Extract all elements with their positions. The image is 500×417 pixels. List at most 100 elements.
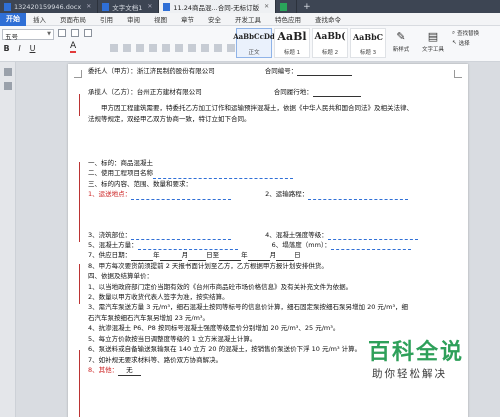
document-tab[interactable] xyxy=(276,0,298,13)
align-left-icon[interactable] xyxy=(188,44,196,52)
distance-blank xyxy=(308,192,409,200)
ribbon-toolbar: 五号 ▼ B I U A AaBbCcDd 正文 AaBl 标题 1 AaBb(标题 2… xyxy=(0,26,500,62)
search-icon: ⌕ xyxy=(452,29,456,36)
party-a-line: 委托人（甲方）：浙江济民制药股份有限公司 合同编号： xyxy=(88,66,458,77)
text-tools-icon: ▤ xyxy=(427,29,439,43)
text-tools-label: 文字工具 xyxy=(421,47,444,53)
menu-item[interactable]: 章节 xyxy=(174,14,201,24)
style-preview: AaBbC xyxy=(352,32,384,42)
writer-file-icon xyxy=(4,2,11,11)
style-preview: AaBl xyxy=(277,30,307,43)
shrink-font-icon[interactable] xyxy=(71,29,79,37)
font-size-buttons xyxy=(58,29,92,37)
intro-line-2: 法规等规定，双经甲乙双方协商一致，特订立如下合同。 xyxy=(88,114,251,123)
style-option[interactable]: AaBl 标题 1 xyxy=(274,28,310,58)
tab-label: 11.24商品混...合同-无标订版 xyxy=(173,3,260,12)
revision-bar xyxy=(79,94,80,116)
item-5-6: 5、混凝土方量： 6、塌落度（mm）： xyxy=(88,240,458,251)
tab-label: 文字文档1 xyxy=(112,3,143,12)
menu-item[interactable]: 查找命令 xyxy=(308,14,348,24)
clear-format-icon[interactable] xyxy=(84,29,92,37)
volume-blank xyxy=(137,242,238,251)
menu-item[interactable]: 视图 xyxy=(147,14,174,24)
margin-corner-mark xyxy=(74,70,82,78)
close-icon[interactable]: ✕ xyxy=(147,3,152,10)
style-option[interactable]: AaBbC 标题 3 xyxy=(350,28,386,58)
bullets-icon[interactable] xyxy=(110,44,118,52)
italic-button[interactable]: I xyxy=(15,44,24,53)
document-tab[interactable]: 11.24商品混...合同-无标订版 ✕ xyxy=(159,0,277,13)
show-marks-icon[interactable] xyxy=(175,44,183,52)
delivery-place-blank xyxy=(131,192,232,200)
grow-font-icon[interactable] xyxy=(58,29,66,37)
pricing-3b: 石汽车泵按细石汽车泵另增加 23 元/m³。 xyxy=(88,313,210,322)
item-1-2: 1、运送地点： 2、运输路程： xyxy=(88,189,458,200)
document-tab[interactable]: 132420159946.docx ✕ xyxy=(0,0,99,13)
menu-item[interactable]: 特色应用 xyxy=(268,14,308,24)
menu-bar: 开始 插入 页面布局 引用 审阅 视图 章节 安全 开发工具 特色应用 查找命令 xyxy=(0,12,500,26)
font-size-value: 五号 xyxy=(5,33,18,41)
outline-icon[interactable] xyxy=(3,82,12,90)
chevron-down-icon: ▼ xyxy=(47,31,51,37)
menu-item[interactable]: 页面布局 xyxy=(53,14,93,24)
paragraph-buttons xyxy=(110,44,248,52)
section-2: 二、使用工程项目名称 xyxy=(88,168,458,179)
item-7: 7、供应日期：年月日至年月日 xyxy=(88,251,301,261)
new-style-icon: ✎ xyxy=(396,29,406,43)
sort-icon[interactable] xyxy=(162,44,170,52)
menu-item[interactable]: 安全 xyxy=(201,14,228,24)
watermark-title: 百科全说 xyxy=(368,340,465,365)
navigation-icon[interactable] xyxy=(3,68,12,76)
watermark-subtitle: 助你轻松解决 xyxy=(372,368,447,380)
align-right-icon[interactable] xyxy=(214,44,222,52)
underline-button[interactable]: U xyxy=(28,44,37,53)
close-icon[interactable]: ✕ xyxy=(86,3,91,10)
style-preview: AaBb( xyxy=(314,32,346,42)
menu-item[interactable]: 插入 xyxy=(26,14,53,24)
menu-item[interactable]: 审阅 xyxy=(120,14,147,24)
watermark-logo: 百科全说 助你轻松解决 xyxy=(368,334,496,414)
edit-buttons: ⌕ 查找替换 ↖ 选择 xyxy=(452,29,479,48)
slump-blank xyxy=(330,242,411,251)
bold-button[interactable]: B xyxy=(2,44,11,53)
font-color-button[interactable]: A xyxy=(70,42,77,53)
new-style-button[interactable]: ✎ 新样式 xyxy=(386,29,416,59)
style-preview: AaBbCcDd xyxy=(233,32,275,41)
item-3-4: 3、浇筑部位： 4、混凝土强度等级： xyxy=(88,230,458,241)
sign-place-blank xyxy=(312,89,361,98)
text-tools-button[interactable]: ▤ 文字工具 xyxy=(418,29,448,59)
menu-start[interactable]: 开始 xyxy=(0,12,26,26)
style-option[interactable]: AaBbCcDd 正文 xyxy=(233,28,275,58)
style-gallery: AaBbCcDd 正文 AaBl 标题 1 AaBb(标题 2 AaBbC 标题 3 xyxy=(233,28,386,58)
indent-icon[interactable] xyxy=(136,44,144,52)
close-icon[interactable]: ✕ xyxy=(264,3,269,10)
menu-item[interactable]: 开发工具 xyxy=(228,14,268,24)
style-option[interactable]: AaBb(标题 2 xyxy=(312,28,348,58)
select-button[interactable]: ↖ 选择 xyxy=(452,39,479,47)
revision-bar xyxy=(79,350,80,417)
document-body[interactable]: 委托人（甲方）：浙江济民制药股份有限公司 合同编号： 承揽人（乙方）：台州正方建材… xyxy=(88,66,458,377)
font-size-select[interactable]: 五号 ▼ xyxy=(2,29,54,41)
cursor-icon: ↖ xyxy=(452,40,457,46)
pour-part-blank xyxy=(131,232,232,241)
revision-bar xyxy=(79,264,80,304)
strength-grade-blank xyxy=(327,232,418,241)
tab-label: 132420159946.docx xyxy=(14,2,82,11)
format-buttons: B I U xyxy=(2,44,37,53)
document-tab[interactable]: 文字文档1 ✕ xyxy=(98,0,160,13)
find-replace-button[interactable]: ⌕ 查找替换 xyxy=(452,29,479,38)
style-label: 正文 xyxy=(248,50,260,56)
pricing-3a: 3、需汽车泵送方量 3 元/m³，细石混凝土按同等标号的信息价计算，细石固定泵按… xyxy=(88,303,409,312)
numbering-icon[interactable] xyxy=(123,44,131,52)
outdent-icon[interactable] xyxy=(149,44,157,52)
pricing-1: 1、以当地政府部门定价当期有效的《台州市商品砼市场价格信息》及有关补充文件为依据… xyxy=(88,282,353,291)
align-center-icon[interactable] xyxy=(201,44,209,52)
menu-item[interactable]: 引用 xyxy=(93,14,120,24)
new-tab-icon[interactable]: + xyxy=(297,0,317,13)
section-4: 四、依据及结算单价： xyxy=(88,272,153,281)
justify-icon[interactable] xyxy=(227,44,235,52)
writer-file-icon xyxy=(102,2,110,11)
pricing-4: 4、抗渗混凝土 P6、P8 按同标号混凝土强度等级是价分别增加 20 元/m³、… xyxy=(88,324,340,333)
